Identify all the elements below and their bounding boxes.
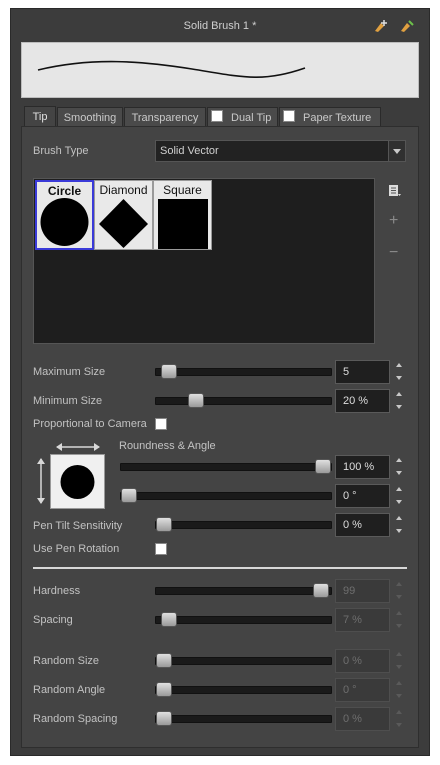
use-pen-rotation-label: Use Pen Rotation — [33, 543, 120, 555]
roundness-circle-icon — [60, 465, 95, 499]
tip-library-list[interactable]: Circle Diamond Square — [33, 178, 375, 344]
window-title: Solid Brush 1 * — [183, 20, 257, 32]
brush-type-value: Solid Vector — [160, 145, 219, 157]
tab-paper-texture[interactable]: Paper Texture — [279, 107, 381, 127]
tip-square[interactable]: Square — [153, 180, 212, 250]
tab-dual-tip-label: Dual Tip — [231, 112, 272, 124]
roundness-slider[interactable] — [120, 459, 332, 474]
slider-handle[interactable] — [160, 612, 177, 627]
use-pen-rotation-checkbox[interactable] — [155, 543, 167, 555]
slider-handle[interactable] — [187, 393, 204, 408]
slider-handle[interactable] — [160, 364, 177, 379]
maximum-size-label: Maximum Size — [33, 366, 106, 378]
tab-transparency-label: Transparency — [131, 112, 199, 124]
stroke-preview — [21, 42, 419, 98]
minimum-size-slider[interactable] — [155, 393, 332, 408]
random-size-field[interactable]: 0 % — [335, 649, 390, 673]
slider-handle[interactable] — [156, 682, 172, 697]
minimum-size-label: Minimum Size — [33, 395, 103, 407]
angle-slider[interactable] — [120, 488, 332, 503]
pen-tilt-sensitivity-field[interactable]: 0 % — [335, 513, 390, 537]
paper-texture-checkbox[interactable] — [283, 110, 295, 122]
roundness-spinner[interactable] — [395, 455, 405, 479]
roundness-angle-label: Roundness & Angle — [119, 440, 216, 452]
maximum-size-spinner[interactable] — [395, 360, 405, 384]
hardness-field[interactable]: 99 — [335, 579, 390, 603]
slider-handle[interactable] — [121, 488, 137, 503]
spacing-spinner[interactable] — [395, 608, 405, 632]
diamond-tip-icon — [99, 199, 148, 248]
hardness-slider[interactable] — [155, 583, 332, 598]
add-tip-icon[interactable]: + — [389, 212, 398, 230]
pen-tilt-sensitivity-label: Pen Tilt Sensitivity — [33, 520, 123, 532]
tip-square-label: Square — [163, 183, 202, 197]
tab-dual-tip[interactable]: Dual Tip — [207, 107, 278, 127]
list-menu-icon[interactable] — [388, 184, 402, 198]
random-size-spinner[interactable] — [395, 649, 405, 673]
tab-paper-texture-label: Paper Texture — [303, 112, 372, 124]
tab-smoothing[interactable]: Smoothing — [57, 107, 123, 127]
tip-circle[interactable]: Circle — [35, 180, 94, 250]
vertical-arrow-icon — [37, 458, 45, 504]
horizontal-arrow-icon — [56, 443, 100, 451]
minimum-size-field[interactable]: 20 % — [335, 389, 390, 413]
slider-handle[interactable] — [156, 517, 172, 532]
random-size-label: Random Size — [33, 655, 100, 667]
brush-type-label: Brush Type — [33, 145, 89, 157]
circle-tip-icon — [40, 198, 89, 246]
slider-handle[interactable] — [156, 653, 172, 668]
remove-tip-icon[interactable]: − — [389, 244, 398, 262]
angle-spinner[interactable] — [395, 484, 405, 508]
tip-diamond-label: Diamond — [99, 183, 148, 197]
hardness-spinner[interactable] — [395, 579, 405, 603]
brush-preset-icon[interactable] — [399, 19, 415, 33]
slider-handle[interactable] — [315, 459, 331, 474]
proportional-to-camera-checkbox[interactable] — [155, 418, 167, 430]
pen-tilt-sensitivity-spinner[interactable] — [395, 513, 405, 537]
random-spacing-slider[interactable] — [155, 711, 332, 726]
tip-diamond[interactable]: Diamond — [94, 180, 153, 250]
spacing-field[interactable]: 7 % — [335, 608, 390, 632]
tab-transparency[interactable]: Transparency — [124, 107, 206, 127]
slider-handle[interactable] — [156, 711, 172, 726]
random-size-slider[interactable] — [155, 653, 332, 668]
roundness-preview[interactable] — [50, 454, 105, 509]
chevron-down-icon[interactable] — [388, 141, 405, 161]
maximum-size-slider[interactable] — [155, 364, 332, 379]
roundness-field[interactable]: 100 % — [335, 455, 390, 479]
dual-tip-checkbox[interactable] — [211, 110, 223, 122]
brush-type-dropdown[interactable]: Solid Vector — [155, 140, 406, 162]
spacing-slider[interactable] — [155, 612, 332, 627]
tab-smoothing-label: Smoothing — [63, 112, 117, 124]
tab-tip-label: Tip — [32, 111, 48, 123]
angle-field[interactable]: 0 ° — [335, 484, 390, 508]
tip-circle-label: Circle — [47, 184, 82, 198]
spacing-label: Spacing — [33, 614, 73, 626]
section-divider — [33, 567, 407, 569]
slider-handle[interactable] — [313, 583, 330, 598]
random-angle-spinner[interactable] — [395, 678, 405, 702]
stroke-preview-curve — [37, 60, 306, 79]
random-angle-slider[interactable] — [155, 682, 332, 697]
random-angle-field[interactable]: 0 ° — [335, 678, 390, 702]
hardness-label: Hardness — [33, 585, 81, 597]
random-spacing-spinner[interactable] — [395, 707, 405, 731]
pen-tilt-sensitivity-slider[interactable] — [155, 517, 332, 532]
random-spacing-label: Random Spacing — [33, 713, 118, 725]
save-brush-icon[interactable] — [373, 19, 389, 33]
maximum-size-field[interactable]: 5 — [335, 360, 390, 384]
tab-tip[interactable]: Tip — [24, 106, 56, 127]
square-tip-icon — [158, 199, 208, 249]
random-spacing-field[interactable]: 0 % — [335, 707, 390, 731]
minimum-size-spinner[interactable] — [395, 389, 405, 413]
proportional-to-camera-label: Proportional to Camera — [33, 418, 147, 430]
random-angle-label: Random Angle — [33, 684, 106, 696]
